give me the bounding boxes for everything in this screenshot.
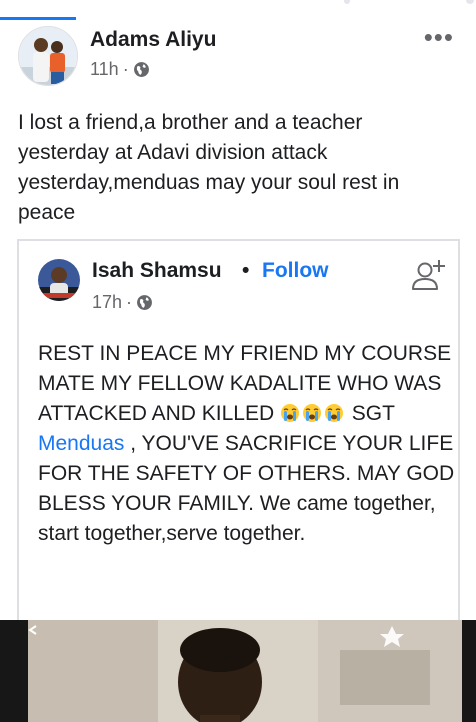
author-avatar[interactable] [18, 26, 78, 86]
crying-face-icon [280, 404, 299, 422]
name-follow-separator: • [242, 259, 250, 282]
crying-face-emoji-group [280, 402, 346, 425]
top-tab-strip [0, 0, 476, 20]
top-edge-fragment-right [466, 0, 474, 4]
follow-button[interactable]: Follow [262, 259, 329, 283]
author-name[interactable]: Adams Aliyu [90, 28, 216, 52]
shared-post-card[interactable]: Isah Shamsu • Follow 17h · REST IN PEACE… [17, 239, 460, 639]
shared-post-text: REST IN PEACE MY FRIEND MY COURSE MATE M… [38, 339, 458, 549]
shared-post-time[interactable]: 17h [92, 292, 122, 313]
shared-author-avatar[interactable] [38, 259, 80, 301]
active-tab-indicator [0, 17, 76, 20]
meta-separator: · [126, 292, 133, 312]
shared-author-name[interactable]: Isah Shamsu [92, 259, 222, 283]
shared-post-photo[interactable] [0, 620, 476, 722]
more-options-icon[interactable]: ••• [424, 24, 454, 50]
add-friend-icon[interactable] [410, 257, 446, 293]
crying-face-icon [302, 404, 321, 422]
post-meta: 11h · [90, 59, 150, 80]
post-text: I lost a friend,a brother and a teacher … [18, 111, 400, 224]
globe-icon [133, 62, 149, 77]
shared-post-meta: 17h · [92, 292, 153, 313]
mention-link[interactable]: Menduas [38, 432, 124, 455]
meta-separator: · [122, 59, 129, 79]
post-header: Adams Aliyu 11h · ••• [18, 24, 458, 86]
shared-text-part2: SGT [345, 402, 395, 425]
crying-face-icon [324, 404, 343, 422]
top-edge-fragment [344, 0, 350, 4]
globe-icon [137, 295, 152, 310]
post-time[interactable]: 11h [90, 59, 119, 80]
